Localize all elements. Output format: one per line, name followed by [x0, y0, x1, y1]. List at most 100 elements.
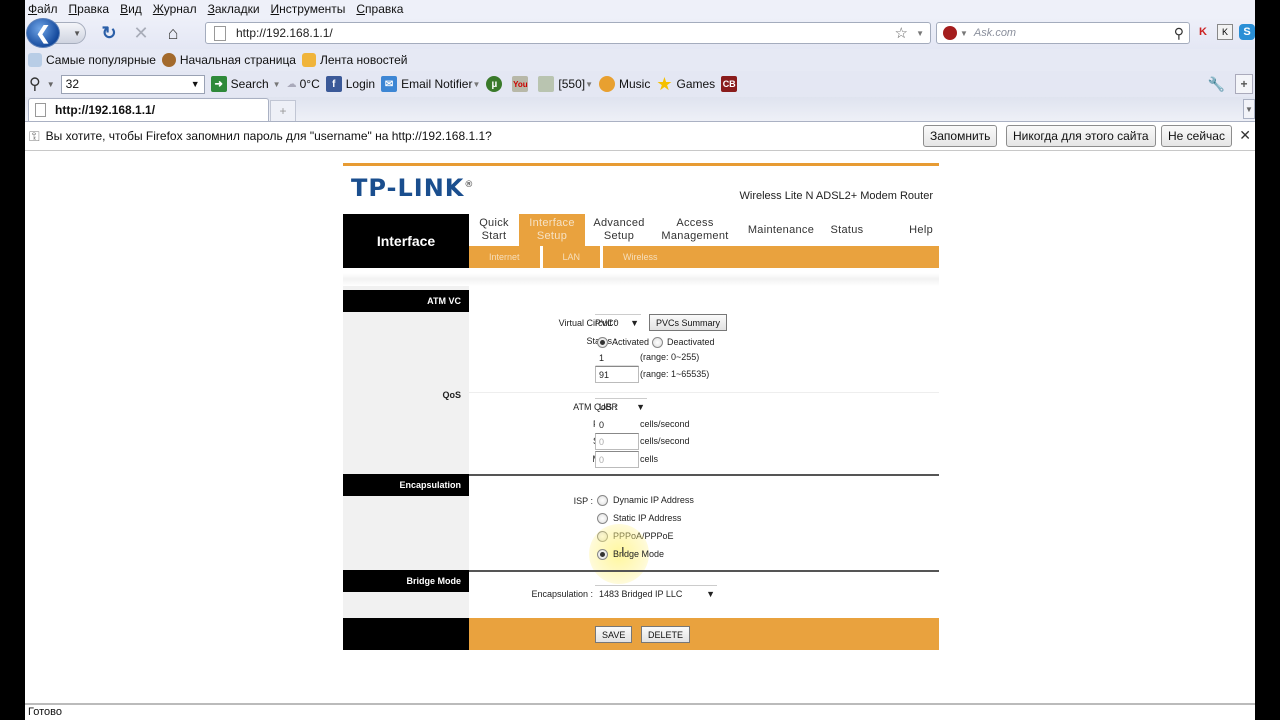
- menu-edit[interactable]: Правка: [69, 2, 110, 16]
- games-button[interactable]: ★ Games: [656, 74, 715, 95]
- menu-history[interactable]: Журнал: [153, 2, 197, 16]
- spacer: [343, 268, 939, 286]
- chevron-down-icon: ▼: [1245, 104, 1253, 114]
- keyboard-icon[interactable]: K: [1217, 24, 1233, 40]
- bookmark-news-feed[interactable]: Лента новостей: [301, 53, 407, 67]
- menu-view[interactable]: Вид: [120, 2, 142, 16]
- scr-input[interactable]: 0: [595, 433, 639, 450]
- menu-bookmarks[interactable]: Закладки: [208, 2, 260, 16]
- never-for-site-button[interactable]: Никогда для этого сайта: [1006, 125, 1156, 147]
- not-now-button[interactable]: Не сейчас: [1161, 125, 1232, 147]
- chevron-down-icon[interactable]: ▼: [47, 80, 55, 89]
- weather-widget[interactable]: ☁ 0°C: [287, 77, 320, 91]
- search-bar[interactable]: ▼ Ask.com ⚲: [936, 22, 1190, 44]
- url-bar[interactable]: http://192.168.1.1/ ☆ ▼: [205, 22, 931, 44]
- toolbar-search-button[interactable]: ➜ Search ▼: [210, 76, 281, 92]
- url-dropdown-icon[interactable]: ▼: [916, 29, 924, 38]
- search-icon[interactable]: ⚲: [29, 74, 41, 94]
- status-radio-group: Activated Deactivated: [597, 334, 715, 350]
- bridge-divider: [469, 570, 939, 572]
- menu-tools[interactable]: Инструменты: [271, 2, 346, 16]
- home-button[interactable]: ⌂: [162, 22, 184, 44]
- form-area: ATM VC QoS Encapsulation Bridge Mode Vir…: [343, 286, 939, 606]
- bookmark-most-visited[interactable]: Самые популярные: [28, 53, 156, 67]
- pvcs-summary-button[interactable]: PVCs Summary: [649, 314, 728, 331]
- search-icon[interactable]: ⚲: [1174, 25, 1184, 42]
- music-button[interactable]: Music: [599, 76, 650, 92]
- page-icon: [35, 103, 46, 117]
- virtual-circuit-select[interactable]: PVC0 ▼: [595, 314, 641, 331]
- menu-advanced-setup[interactable]: Advanced Setup: [585, 214, 653, 246]
- wrench-icon[interactable]: 🔧: [1208, 76, 1225, 93]
- atm-qos-select[interactable]: UBR ▼: [595, 398, 647, 415]
- new-tab-button[interactable]: +: [270, 100, 296, 121]
- submenu-lan[interactable]: LAN: [543, 246, 604, 268]
- rss-icon: [301, 53, 316, 67]
- menu-file[interactable]: Файл: [28, 2, 58, 16]
- submenu-wireless[interactable]: Wireless: [603, 246, 678, 268]
- chevron-down-icon: ▼: [585, 79, 594, 89]
- cb-button[interactable]: CB: [721, 76, 741, 92]
- toolbar-search-combo[interactable]: 32 ▼: [60, 74, 205, 94]
- email-label: Email Notifier: [401, 77, 473, 91]
- music-icon: [599, 76, 616, 92]
- isp-static-radio[interactable]: [597, 512, 608, 524]
- facebook-login[interactable]: f Login: [325, 76, 375, 92]
- kaspersky-icon[interactable]: K: [1195, 24, 1211, 40]
- isp-label: ISP :: [573, 496, 593, 506]
- weather-icon: ☁: [286, 78, 297, 90]
- menu-maintenance[interactable]: Maintenance: [737, 214, 825, 246]
- stop-button[interactable]: ✕: [130, 22, 152, 44]
- bookmark-star-icon[interactable]: ☆: [895, 24, 908, 42]
- navigation-toolbar: ❮ ▼ ↻ ✕ ⌂ http://192.168.1.1/ ☆ ▼ ▼ Ask.…: [25, 17, 1255, 49]
- bookmark-label: Начальная страница: [179, 53, 296, 67]
- counter-button[interactable]: [550] ▼: [538, 76, 593, 92]
- status-activated-radio[interactable]: [597, 336, 608, 348]
- ask-logo-icon[interactable]: [943, 26, 957, 40]
- reload-button[interactable]: ↻: [98, 22, 120, 44]
- isp-dynamic-radio[interactable]: [597, 494, 608, 506]
- vpi-input[interactable]: 1: [595, 349, 639, 366]
- home-icon: ⌂: [167, 22, 179, 43]
- isp-option-pppoe[interactable]: PPPoA/PPPoE: [597, 528, 674, 544]
- add-toolbar-button[interactable]: +: [1235, 74, 1253, 94]
- remember-password-button[interactable]: Запомнить: [923, 125, 998, 147]
- vci-input[interactable]: 91: [595, 366, 639, 383]
- search-placeholder: Ask.com: [973, 27, 1017, 39]
- menu-help[interactable]: Справка: [356, 2, 403, 16]
- sub-menu: Internet LAN Wireless: [469, 246, 939, 268]
- isp-option-dynamic[interactable]: Dynamic IP Address: [597, 492, 694, 508]
- pcr-input[interactable]: 0: [595, 416, 639, 433]
- save-button[interactable]: SAVE: [595, 626, 633, 643]
- router-menu: Quick Start Interface Setup Advanced Set…: [469, 214, 939, 268]
- submenu-internet[interactable]: Internet: [469, 246, 543, 268]
- menu-help[interactable]: Help: [869, 214, 939, 246]
- tab-list-button[interactable]: ▼: [1243, 99, 1255, 119]
- menu-access-management[interactable]: Access Management: [653, 214, 737, 246]
- back-button[interactable]: ❮: [26, 18, 60, 48]
- mbs-input[interactable]: 0: [595, 451, 639, 468]
- close-icon[interactable]: ✕: [1239, 127, 1251, 144]
- back-arrow-icon: ❮: [35, 22, 51, 43]
- isp-option-bridge[interactable]: Bridge Mode: [597, 546, 664, 562]
- bookmark-start-page[interactable]: Начальная страница: [161, 53, 296, 67]
- chevron-down-icon[interactable]: ▼: [191, 79, 200, 89]
- delete-button[interactable]: DELETE: [641, 626, 691, 643]
- youtube-button[interactable]: You: [512, 76, 532, 92]
- tab-router[interactable]: http://192.168.1.1/: [28, 98, 269, 121]
- utorrent-button[interactable]: µ: [486, 76, 506, 92]
- isp-bridge-radio[interactable]: [597, 548, 608, 560]
- email-notifier[interactable]: ✉ Email Notifier ▼: [381, 76, 480, 92]
- logo-text: TP-LINK: [351, 174, 465, 202]
- menu-interface-setup[interactable]: Interface Setup: [519, 214, 585, 246]
- bridge-encapsulation-select[interactable]: 1483 Bridged IP LLC ▼: [595, 585, 717, 602]
- isp-option-static[interactable]: Static IP Address: [597, 510, 681, 526]
- search-engine-dropdown-icon[interactable]: ▼: [960, 29, 968, 38]
- skype-icon[interactable]: S: [1239, 24, 1255, 40]
- isp-pppoe-radio[interactable]: [597, 530, 608, 542]
- status-deactivated-radio[interactable]: [652, 336, 664, 348]
- menu-quick-start[interactable]: Quick Start: [469, 214, 519, 246]
- menu-status[interactable]: Status: [825, 214, 869, 246]
- plus-icon: +: [279, 104, 287, 118]
- deactivated-label: Deactivated: [667, 337, 715, 347]
